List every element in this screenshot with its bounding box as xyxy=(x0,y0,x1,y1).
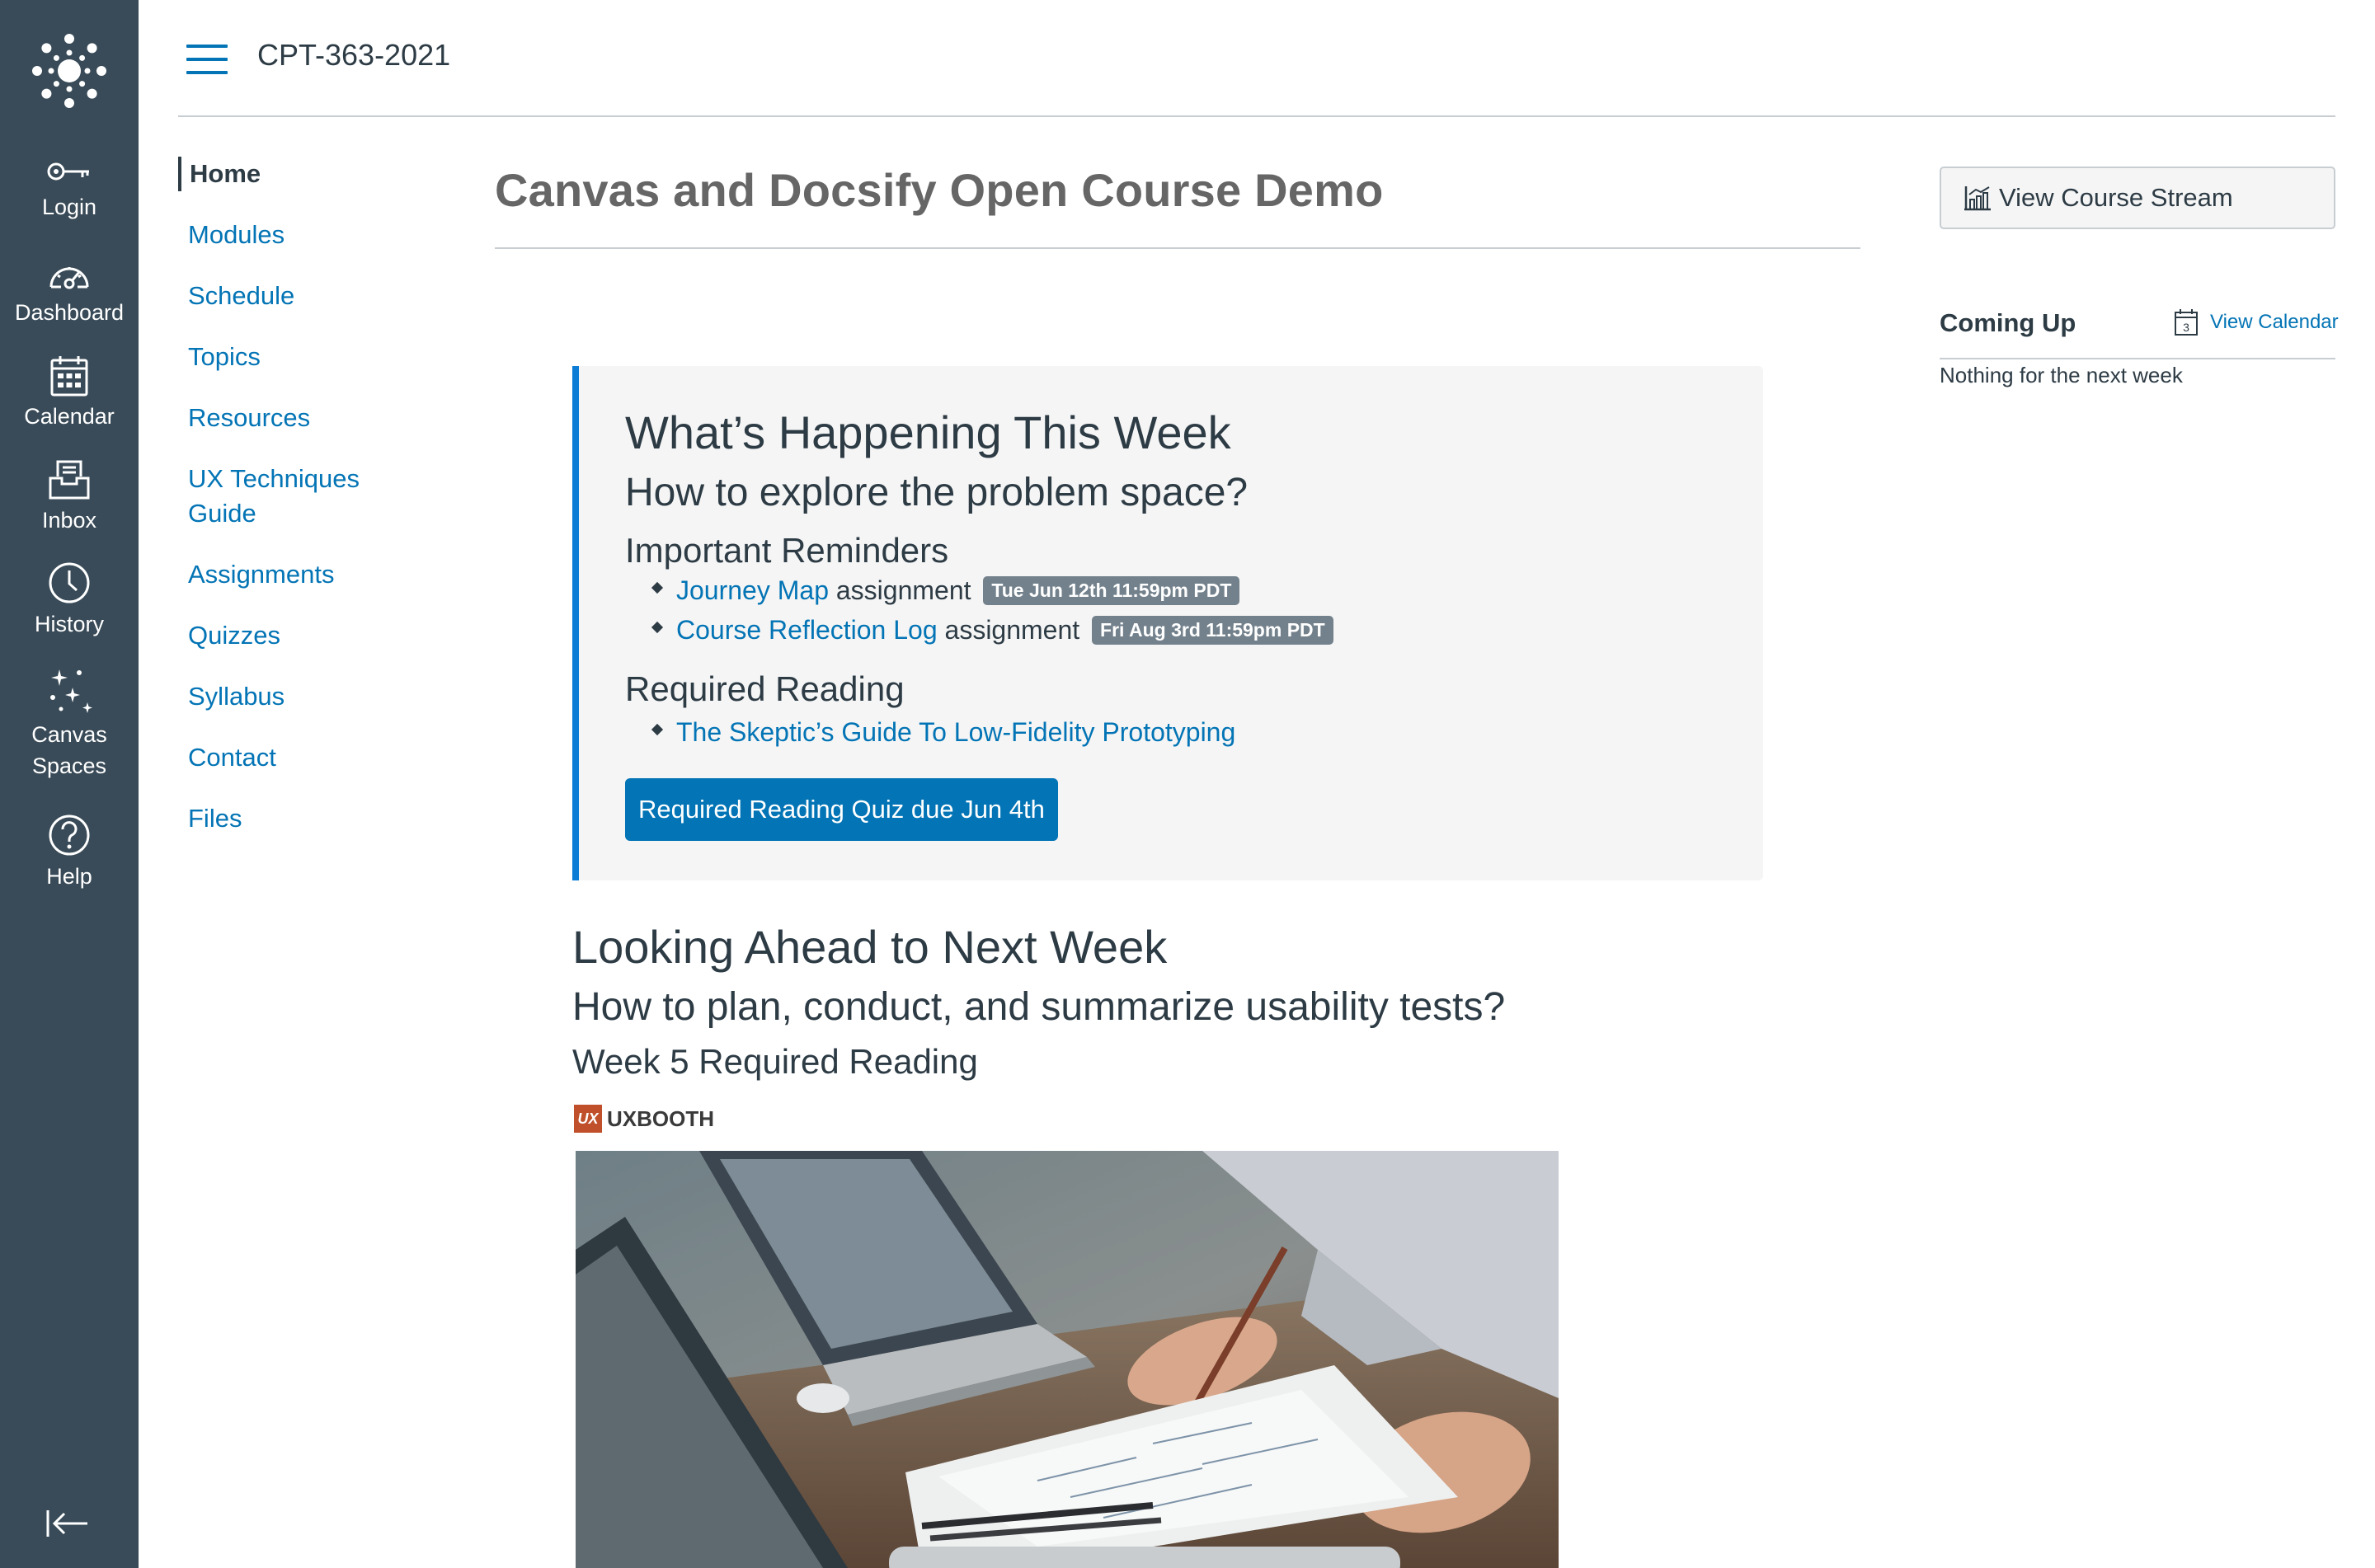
bullet-icon xyxy=(651,723,664,736)
next-week-question: How to plan, conduct, and summarize usab… xyxy=(572,985,1506,1029)
next-week-reading-heading: Week 5 Required Reading xyxy=(572,1042,978,1081)
course-reflection-log-link[interactable]: Course Reflection Log xyxy=(676,615,938,645)
skeptics-guide-link[interactable]: The Skeptic’s Guide To Low-Fidelity Prot… xyxy=(676,717,1235,747)
bullet-icon xyxy=(651,581,664,594)
breadcrumb-course[interactable]: CPT-363-2021 xyxy=(257,38,450,73)
course-nav-resources[interactable]: Resources xyxy=(178,401,442,435)
reminder-type: assignment xyxy=(835,575,971,605)
global-nav: Login Dashboard Calendar Inbox History C… xyxy=(0,0,139,1568)
course-nav-home[interactable]: Home xyxy=(178,157,442,191)
view-course-stream-button[interactable]: View Course Stream xyxy=(1940,167,2335,229)
reminders-heading: Important Reminders xyxy=(625,531,949,570)
uxbooth-source[interactable]: UX UXBOOTH xyxy=(574,1105,714,1133)
course-nav-quizzes[interactable]: Quizzes xyxy=(178,618,442,653)
calendar-day-number: 3 xyxy=(2183,321,2189,334)
global-nav-calendar-label: Calendar xyxy=(24,404,115,429)
calendar-small-icon: 3 xyxy=(2175,309,2198,336)
this-week-question: How to explore the problem space? xyxy=(625,471,1249,514)
course-nav-assignments[interactable]: Assignments xyxy=(178,557,442,592)
title-divider xyxy=(495,247,1860,249)
this-week-callout: What’s Happening This Week How to explor… xyxy=(572,366,1763,880)
hamburger-bar xyxy=(186,58,228,61)
required-reading-heading: Required Reading xyxy=(625,669,905,708)
course-nav-contact[interactable]: Contact xyxy=(178,740,442,775)
global-nav-help[interactable]: Help xyxy=(0,813,139,892)
course-nav-schedule[interactable]: Schedule xyxy=(178,279,442,313)
required-reading-quiz-button[interactable]: Required Reading Quiz due Jun 4th xyxy=(625,778,1058,841)
reminder-item: Course Reflection Log assignment Fri Aug… xyxy=(651,615,1333,646)
bullet-icon xyxy=(651,621,664,634)
hamburger-bar xyxy=(186,45,228,48)
canvas-logo[interactable] xyxy=(31,33,107,109)
uxbooth-logo-icon: UX xyxy=(574,1105,602,1133)
global-nav-history-label: History xyxy=(34,612,104,636)
reminder-type: assignment xyxy=(944,615,1080,645)
course-nav-topics[interactable]: Topics xyxy=(178,340,442,374)
reminder-item: Journey Map assignment Tue Jun 12th 11:5… xyxy=(651,575,1240,607)
global-nav-inbox[interactable]: Inbox xyxy=(0,458,139,536)
uxbooth-label: UXBOOTH xyxy=(607,1106,714,1131)
global-nav-dashboard-label: Dashboard xyxy=(14,300,125,325)
course-nav: Home Modules Schedule Topics Resources U… xyxy=(178,157,442,862)
collapse-arrow-icon xyxy=(46,1510,87,1537)
course-nav-syllabus[interactable]: Syllabus xyxy=(178,679,442,714)
global-nav-calendar[interactable]: Calendar xyxy=(0,354,139,432)
global-nav-inbox-label: Inbox xyxy=(41,508,97,533)
clock-icon xyxy=(49,562,90,603)
view-calendar-link[interactable]: 3 View Calendar xyxy=(2174,308,2339,336)
next-week-heading: Looking Ahead to Next Week xyxy=(572,921,1168,973)
due-date-badge: Fri Aug 3rd 11:59pm PDT xyxy=(1092,616,1333,646)
view-course-stream-label: View Course Stream xyxy=(1999,183,2233,212)
header-divider xyxy=(178,115,2335,117)
journey-map-link[interactable]: Journey Map xyxy=(676,575,829,605)
global-nav-login[interactable]: Login xyxy=(0,155,139,223)
coming-up-heading: Coming Up xyxy=(1940,308,2076,337)
coming-up-divider xyxy=(1940,358,2335,359)
page-title: Canvas and Docsify Open Course Demo xyxy=(495,164,1384,216)
global-nav-history[interactable]: History xyxy=(0,561,139,640)
people-at-laptops-photo xyxy=(576,1151,1559,1568)
due-date-badge: Tue Jun 12th 11:59pm PDT xyxy=(983,576,1240,606)
course-menu-toggle[interactable] xyxy=(186,45,228,74)
collapse-nav-button[interactable] xyxy=(45,1507,91,1544)
help-icon xyxy=(49,815,90,856)
article-thumbnail-image[interactable] xyxy=(576,1151,1559,1568)
inbox-icon xyxy=(49,460,90,500)
course-nav-ux-techniques-guide[interactable]: UX Techniques Guide xyxy=(178,462,393,531)
course-nav-files[interactable]: Files xyxy=(178,801,442,836)
global-nav-login-label: Login xyxy=(41,195,97,219)
calendar-icon xyxy=(50,356,88,397)
global-nav-help-label: Help xyxy=(46,864,92,889)
key-icon xyxy=(47,162,89,181)
this-week-heading: What’s Happening This Week xyxy=(625,406,1231,458)
course-nav-modules[interactable]: Modules xyxy=(178,218,442,252)
canvas-logo-icon xyxy=(32,34,106,108)
hamburger-bar xyxy=(186,71,228,74)
view-calendar-label: View Calendar xyxy=(2210,311,2339,333)
coming-up-empty-text: Nothing for the next week xyxy=(1940,363,2183,387)
global-nav-canvas-spaces-label: Canvas Spaces xyxy=(31,722,107,778)
global-nav-dashboard[interactable]: Dashboard xyxy=(0,257,139,328)
sparkles-icon xyxy=(50,669,92,713)
reading-item: The Skeptic’s Guide To Low-Fidelity Prot… xyxy=(651,717,1235,748)
dashboard-icon xyxy=(49,267,89,289)
global-nav-canvas-spaces[interactable]: Canvas Spaces xyxy=(0,666,139,782)
stream-chart-icon xyxy=(1964,186,1991,211)
